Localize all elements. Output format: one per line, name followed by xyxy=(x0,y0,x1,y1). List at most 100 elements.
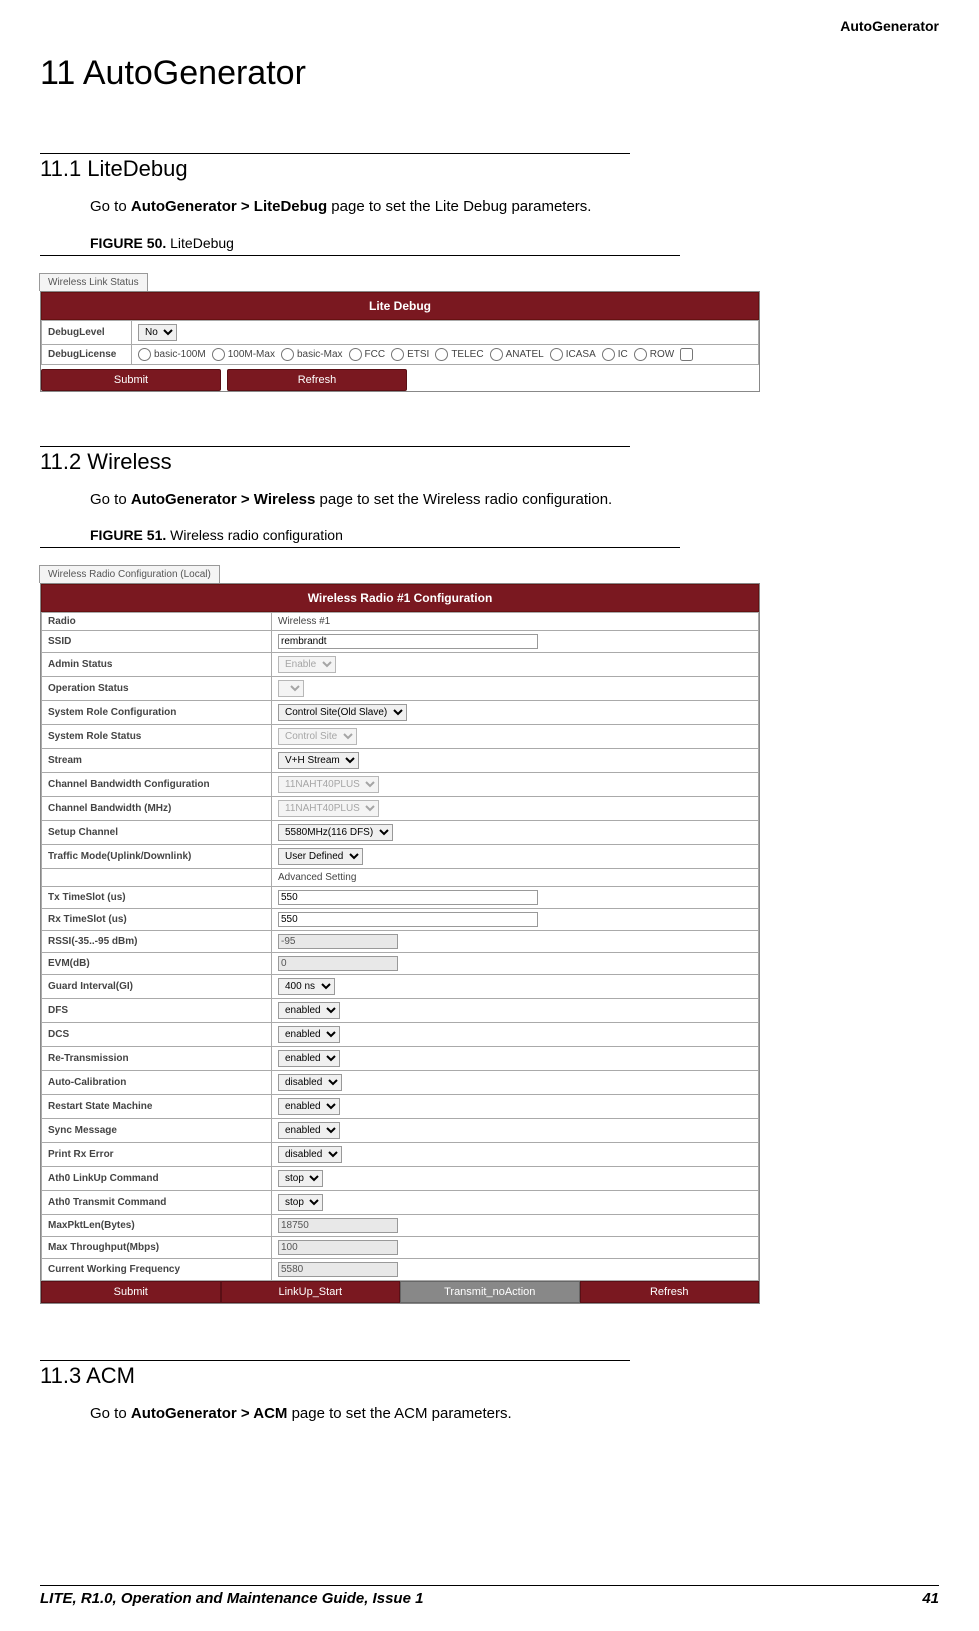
license-option[interactable]: 100M-Max xyxy=(212,349,275,360)
config-input xyxy=(278,1218,398,1233)
row-label: Channel Bandwidth Configuration xyxy=(42,773,272,797)
row-label: Ath0 LinkUp Command xyxy=(42,1167,272,1191)
body-text: Go to xyxy=(90,1405,131,1422)
license-option[interactable]: IC xyxy=(602,349,628,360)
row-value-cell xyxy=(272,931,759,953)
row-value-cell: 11NAHT40PLUS xyxy=(272,773,759,797)
table-row: RSSI(-35..-95 dBm) xyxy=(42,931,759,953)
config-input xyxy=(278,1240,398,1255)
license-radio[interactable] xyxy=(138,348,151,361)
body-text: Go to xyxy=(90,491,131,508)
table-row: Setup Channel5580MHz(116 DFS) xyxy=(42,821,759,845)
license-option[interactable]: FCC xyxy=(349,349,386,360)
refresh-button[interactable]: Refresh xyxy=(227,369,407,391)
figure-rule xyxy=(40,547,680,548)
panel-tab: Wireless Radio Configuration (Local) xyxy=(39,565,220,583)
config-select[interactable]: disabled xyxy=(278,1146,342,1163)
row-value-cell: User Defined xyxy=(272,845,759,869)
table-row: Channel Bandwidth Configuration11NAHT40P… xyxy=(42,773,759,797)
config-select[interactable]: enabled xyxy=(278,1122,340,1139)
advanced-setting-label: Advanced Setting xyxy=(272,869,759,887)
refresh-button[interactable]: Refresh xyxy=(580,1281,760,1303)
config-select[interactable]: enabled xyxy=(278,1050,340,1067)
config-input xyxy=(278,934,398,949)
table-row: Tx TimeSlot (us) xyxy=(42,887,759,909)
submit-button[interactable]: Submit xyxy=(41,369,221,391)
config-select[interactable]: disabled xyxy=(278,1074,342,1091)
license-radio[interactable] xyxy=(212,348,225,361)
table-row: Max Throughput(Mbps) xyxy=(42,1237,759,1259)
section-rule xyxy=(40,153,630,154)
license-radio[interactable] xyxy=(435,348,448,361)
table-row: Sync Messageenabled xyxy=(42,1119,759,1143)
row-label: Radio xyxy=(42,613,272,631)
config-select[interactable]: stop xyxy=(278,1170,323,1187)
transmit-noaction-button[interactable]: Transmit_noAction xyxy=(400,1281,580,1303)
config-select[interactable]: V+H Stream xyxy=(278,752,359,769)
body-path: AutoGenerator > Wireless xyxy=(131,491,316,508)
license-radio[interactable] xyxy=(281,348,294,361)
row-label: Re-Transmission xyxy=(42,1047,272,1071)
license-radio[interactable] xyxy=(634,348,647,361)
config-select: Control Site xyxy=(278,728,357,745)
license-option[interactable]: basic-100M xyxy=(138,349,206,360)
license-radio[interactable] xyxy=(349,348,362,361)
config-select[interactable]: enabled xyxy=(278,1026,340,1043)
row-value-cell: stop xyxy=(272,1191,759,1215)
row-label: DebugLicense xyxy=(42,344,132,364)
config-select[interactable]: 5580MHz(116 DFS) xyxy=(278,824,393,841)
section-body-litedebug: Go to AutoGenerator > LiteDebug page to … xyxy=(90,196,939,219)
license-option[interactable]: ANATEL xyxy=(490,349,544,360)
config-select[interactable]: stop xyxy=(278,1194,323,1211)
row-value-cell: Control Site(Old Slave) xyxy=(272,701,759,725)
row-label: DebugLevel xyxy=(42,320,132,344)
row-value-cell: Control Site xyxy=(272,725,759,749)
table-row: Re-Transmission enabled xyxy=(42,1047,759,1071)
debuglevel-select[interactable]: No xyxy=(138,324,177,341)
config-select[interactable]: Control Site(Old Slave) xyxy=(278,704,407,721)
license-checkbox[interactable] xyxy=(680,348,693,361)
config-input[interactable] xyxy=(278,890,538,905)
config-input[interactable] xyxy=(278,634,538,649)
row-label: Stream xyxy=(42,749,272,773)
config-select[interactable]: 400 ns xyxy=(278,978,335,995)
figure-rule xyxy=(40,255,680,256)
license-option[interactable]: TELEC xyxy=(435,349,483,360)
row-value-cell xyxy=(272,677,759,701)
license-radio-group: basic-100M 100M-Max basic-Max FCC ETSI TELEC A… xyxy=(132,344,759,364)
submit-button[interactable]: Submit xyxy=(41,1281,221,1303)
config-select[interactable]: enabled xyxy=(278,1098,340,1115)
panel-header: Wireless Radio #1 Configuration xyxy=(41,584,759,612)
figure-51-wireless-panel: Wireless Radio Configuration (Local) Wir… xyxy=(40,564,939,1304)
row-label: Channel Bandwidth (MHz) xyxy=(42,797,272,821)
table-row: DFSenabled xyxy=(42,999,759,1023)
license-radio[interactable] xyxy=(391,348,404,361)
license-option[interactable]: ICASA xyxy=(550,349,596,360)
row-label: System Role Status xyxy=(42,725,272,749)
table-row: Restart State Machine enabled xyxy=(42,1095,759,1119)
table-row: Operation Status xyxy=(42,677,759,701)
config-select[interactable]: enabled xyxy=(278,1002,340,1019)
body-text: Go to xyxy=(90,198,131,215)
license-radio[interactable] xyxy=(490,348,503,361)
license-radio[interactable] xyxy=(602,348,615,361)
config-select[interactable]: User Defined xyxy=(278,848,363,865)
row-label: Rx TimeSlot (us) xyxy=(42,909,272,931)
row-label: RSSI(-35..-95 dBm) xyxy=(42,931,272,953)
row-value-cell: 11NAHT40PLUS xyxy=(272,797,759,821)
license-option[interactable]: basic-Max xyxy=(281,349,343,360)
row-label: Restart State Machine xyxy=(42,1095,272,1119)
row-value-cell xyxy=(272,953,759,975)
config-input[interactable] xyxy=(278,912,538,927)
license-option[interactable]: ROW xyxy=(634,349,674,360)
linkup-start-button[interactable]: LinkUp_Start xyxy=(221,1281,401,1303)
row-value-cell: disabled xyxy=(272,1143,759,1167)
license-radio[interactable] xyxy=(550,348,563,361)
license-option[interactable]: ETSI xyxy=(391,349,429,360)
config-input xyxy=(278,956,398,971)
table-row: Ath0 Transmit Commandstop xyxy=(42,1191,759,1215)
table-row: Advanced Setting xyxy=(42,869,759,887)
table-row: System Role ConfigurationControl Site(Ol… xyxy=(42,701,759,725)
section-heading-litedebug: 11.1 LiteDebug xyxy=(40,156,939,182)
table-row: SSID xyxy=(42,631,759,653)
